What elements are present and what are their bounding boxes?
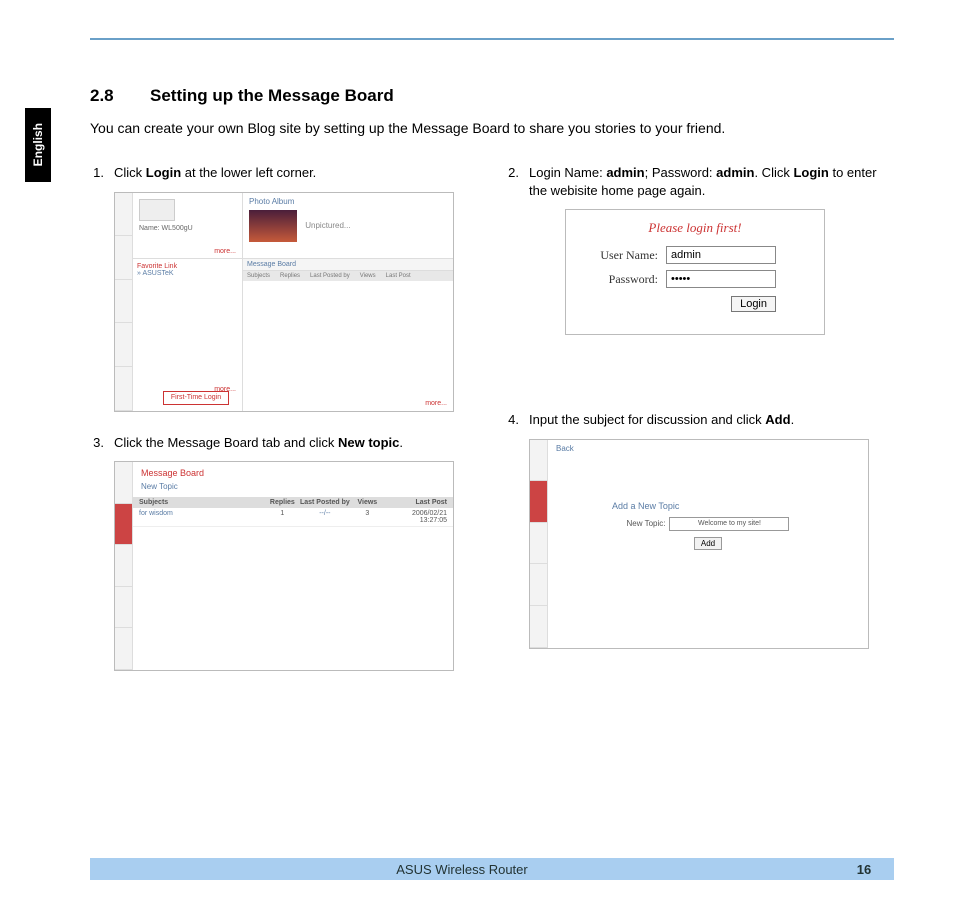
s4-side-tabs bbox=[530, 440, 548, 648]
step-text: Click Login at the lower left corner. bbox=[114, 164, 479, 182]
new-topic-link[interactable]: New Topic bbox=[133, 480, 453, 497]
new-topic-label: New Topic: bbox=[627, 519, 666, 528]
page-number: 16 bbox=[834, 862, 894, 877]
login-button[interactable]: First-Time Login bbox=[163, 391, 229, 405]
page-content: 2.8Setting up the Message Board You can … bbox=[90, 86, 894, 693]
step-text: Input the subject for discussion and cli… bbox=[529, 411, 894, 429]
screenshot-4: Back Add a New Topic New Topic: Welcome … bbox=[529, 439, 869, 649]
step-1: 1. Click Login at the lower left corner. bbox=[90, 164, 479, 182]
table-row[interactable]: for wisdom 1 --/-- 3 2006/02/21 13:27:05 bbox=[133, 508, 453, 527]
step-num: 4. bbox=[505, 411, 519, 429]
username-label: User Name: bbox=[584, 248, 666, 263]
device-name: Name: WL500gU bbox=[139, 225, 236, 232]
add-button[interactable]: Add bbox=[694, 537, 722, 550]
language-tab: English bbox=[25, 108, 51, 182]
language-label: English bbox=[31, 123, 45, 166]
password-label: Password: bbox=[584, 272, 666, 287]
add-topic-label: Add a New Topic bbox=[612, 501, 860, 511]
screenshot-3: Message Board New Topic Subjects Replies… bbox=[114, 461, 454, 671]
more-link[interactable]: more... bbox=[214, 248, 236, 255]
mb-more[interactable]: more... bbox=[425, 400, 447, 407]
username-input[interactable]: admin bbox=[666, 246, 776, 264]
login-title: Please login first! bbox=[584, 220, 806, 236]
screenshot-1: Name: WL500gU more... Photo Album Unpict… bbox=[114, 192, 454, 412]
password-input[interactable]: ••••• bbox=[666, 270, 776, 288]
right-column: 2. Login Name: admin; Password: admin. C… bbox=[505, 164, 894, 693]
favorites-panel: Favorite Link » ASUSTeK more... First-Ti… bbox=[133, 259, 243, 411]
s1-side-tabs bbox=[115, 193, 133, 411]
new-topic-input[interactable]: Welcome to my site! bbox=[669, 517, 789, 531]
footer-title: ASUS Wireless Router bbox=[90, 862, 834, 877]
table-header: Subjects Replies Last Posted by Views La… bbox=[133, 497, 453, 508]
step-num: 1. bbox=[90, 164, 104, 182]
photo-album-title: Photo Album bbox=[249, 197, 447, 206]
photo-album-panel: Photo Album Unpictured... bbox=[243, 193, 453, 259]
top-rule bbox=[90, 38, 894, 40]
step-num: 3. bbox=[90, 434, 104, 452]
login-button[interactable]: Login bbox=[731, 296, 776, 312]
step-4: 4. Input the subject for discussion and … bbox=[505, 411, 894, 429]
section-heading: 2.8Setting up the Message Board bbox=[90, 86, 894, 106]
step-num: 2. bbox=[505, 164, 519, 199]
page-footer: ASUS Wireless Router 16 bbox=[90, 858, 894, 880]
intro-text: You can create your own Blog site by set… bbox=[90, 120, 894, 136]
section-number: 2.8 bbox=[90, 86, 150, 106]
mb-header: Message Board bbox=[243, 259, 453, 271]
step-3: 3. Click the Message Board tab and click… bbox=[90, 434, 479, 452]
photo-label: Unpictured... bbox=[305, 221, 350, 230]
left-column: 1. Click Login at the lower left corner.… bbox=[90, 164, 479, 693]
step-text: Login Name: admin; Password: admin. Clic… bbox=[529, 164, 894, 199]
section-title: Setting up the Message Board bbox=[150, 86, 394, 105]
screenshot-2: Please login first! User Name: admin Pas… bbox=[565, 209, 825, 335]
mb-columns: Subjects Replies Last Posted by Views La… bbox=[243, 271, 453, 281]
back-link[interactable]: Back bbox=[556, 444, 860, 453]
mb-title: Message Board bbox=[133, 462, 453, 480]
step-2: 2. Login Name: admin; Password: admin. C… bbox=[505, 164, 894, 199]
columns: 1. Click Login at the lower left corner.… bbox=[90, 164, 894, 693]
fav-link[interactable]: » ASUSTeK bbox=[137, 270, 238, 277]
s3-side-tabs bbox=[115, 462, 133, 670]
photo-thumb[interactable] bbox=[249, 210, 297, 242]
device-panel: Name: WL500gU more... bbox=[133, 193, 243, 259]
message-board-panel: Message Board Subjects Replies Last Post… bbox=[243, 259, 453, 411]
router-icon bbox=[139, 199, 175, 221]
fav-header: Favorite Link bbox=[137, 263, 238, 270]
step-text: Click the Message Board tab and click Ne… bbox=[114, 434, 479, 452]
